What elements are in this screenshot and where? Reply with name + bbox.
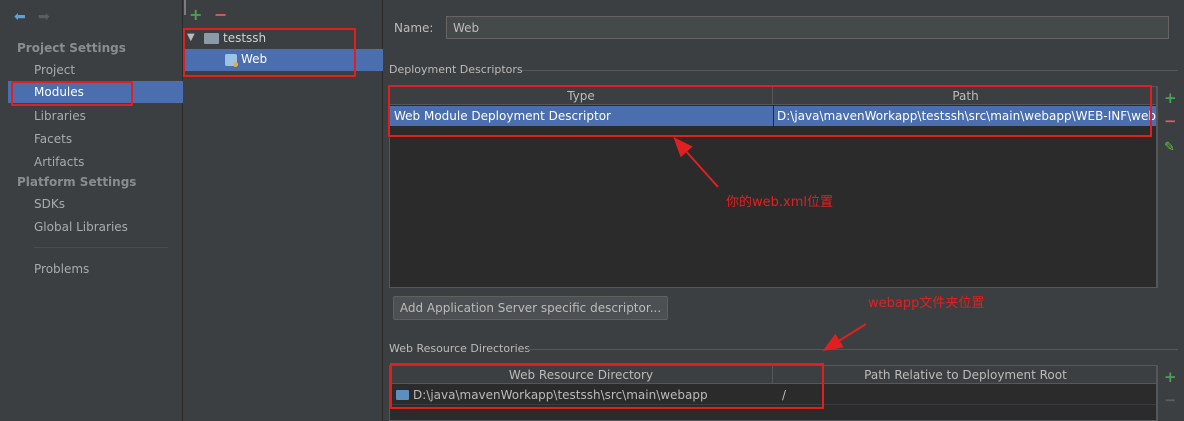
nav-item-global-libraries[interactable]: Global Libraries (34, 220, 128, 234)
column-header-web-resource-directory[interactable]: Web Resource Directory (390, 366, 773, 384)
table-header: Type Path (390, 87, 1156, 105)
column-header-type[interactable]: Type (390, 87, 773, 105)
nav-item-problems[interactable]: Problems (34, 262, 89, 276)
column-header-path[interactable]: Path (773, 87, 1156, 105)
relative-path-cell: / (782, 388, 787, 402)
edit-descriptor-icon[interactable]: ✎ (1164, 140, 1175, 155)
expand-arrow-icon[interactable]: ▼ (187, 32, 195, 43)
folder-icon (396, 390, 409, 400)
copy-icon[interactable] (184, 0, 186, 15)
web-resource-directories-table: Web Resource Directory Path Relative to … (389, 365, 1157, 421)
nav-item-artifacts[interactable]: Artifacts (34, 155, 84, 169)
deployment-descriptors-table: Type Path Web Module Deployment Descript… (389, 86, 1157, 288)
platform-settings-header: Platform Settings (17, 175, 137, 189)
descriptor-toolbar: + − ✎ (1157, 86, 1183, 288)
nav-item-sdks[interactable]: SDKs (34, 197, 65, 211)
module-folder-icon (204, 33, 219, 44)
name-input[interactable] (446, 16, 1169, 39)
web-resource-directory-cell: D:\java\mavenWorkapp\testssh\src\main\we… (390, 385, 773, 405)
column-divider (773, 106, 774, 126)
section-divider (522, 70, 1178, 71)
name-label: Name: (394, 21, 434, 35)
module-tree: + − ▼ testssh Web (184, 0, 383, 421)
nav-item-libraries[interactable]: Libraries (34, 109, 86, 123)
remove-descriptor-icon[interactable]: − (1164, 112, 1177, 130)
remove-web-resource-icon[interactable]: − (1164, 391, 1177, 409)
project-settings-header: Project Settings (17, 41, 126, 55)
forward-arrow-icon[interactable]: ➡ (38, 9, 50, 25)
web-resource-directory-path: D:\java\mavenWorkapp\testssh\src\main\we… (413, 388, 708, 402)
nav-item-facets[interactable]: Facets (34, 132, 72, 146)
webxml-annotation: 你的web.xml位置 (726, 195, 833, 210)
add-descriptor-icon[interactable]: + (1164, 89, 1177, 107)
remove-icon[interactable]: − (214, 5, 227, 24)
section-divider (527, 349, 1178, 350)
web-resource-directories-title: Web Resource Directories (389, 342, 531, 355)
web-resource-toolbar: + − (1157, 365, 1183, 421)
add-icon[interactable]: + (189, 5, 202, 24)
descriptor-type-cell: Web Module Deployment Descriptor (394, 109, 611, 123)
nav-item-project[interactable]: Project (34, 63, 75, 77)
column-header-relative-path[interactable]: Path Relative to Deployment Root (773, 366, 1156, 384)
web-facet-icon (225, 54, 238, 67)
nav-separator (34, 247, 168, 248)
add-web-resource-icon[interactable]: + (1164, 368, 1177, 386)
deployment-descriptors-title: Deployment Descriptors (389, 63, 523, 76)
table-header: Web Resource Directory Path Relative to … (390, 366, 1156, 384)
tree-item-web-row[interactable] (184, 49, 383, 71)
tree-item-web[interactable]: Web (241, 52, 267, 66)
table-row[interactable]: D:\java\mavenWorkapp\testssh\src\main\we… (390, 385, 1156, 405)
webapp-annotation: webapp文件夹位置 (868, 296, 985, 311)
back-arrow-icon[interactable]: ⬅ (14, 9, 26, 25)
add-server-descriptor-button[interactable]: Add Application Server specific descript… (393, 296, 668, 320)
nav-item-modules[interactable]: Modules (34, 85, 84, 99)
tree-item-testssh[interactable]: testssh (223, 31, 266, 45)
facet-settings-panel: Name: Deployment Descriptors Type Path W… (384, 0, 1184, 421)
descriptor-path-cell: D:\java\mavenWorkapp\testssh\src\main\we… (777, 109, 1157, 123)
settings-nav: ⬅ ➡ Project Settings Project Modules Lib… (0, 0, 183, 421)
